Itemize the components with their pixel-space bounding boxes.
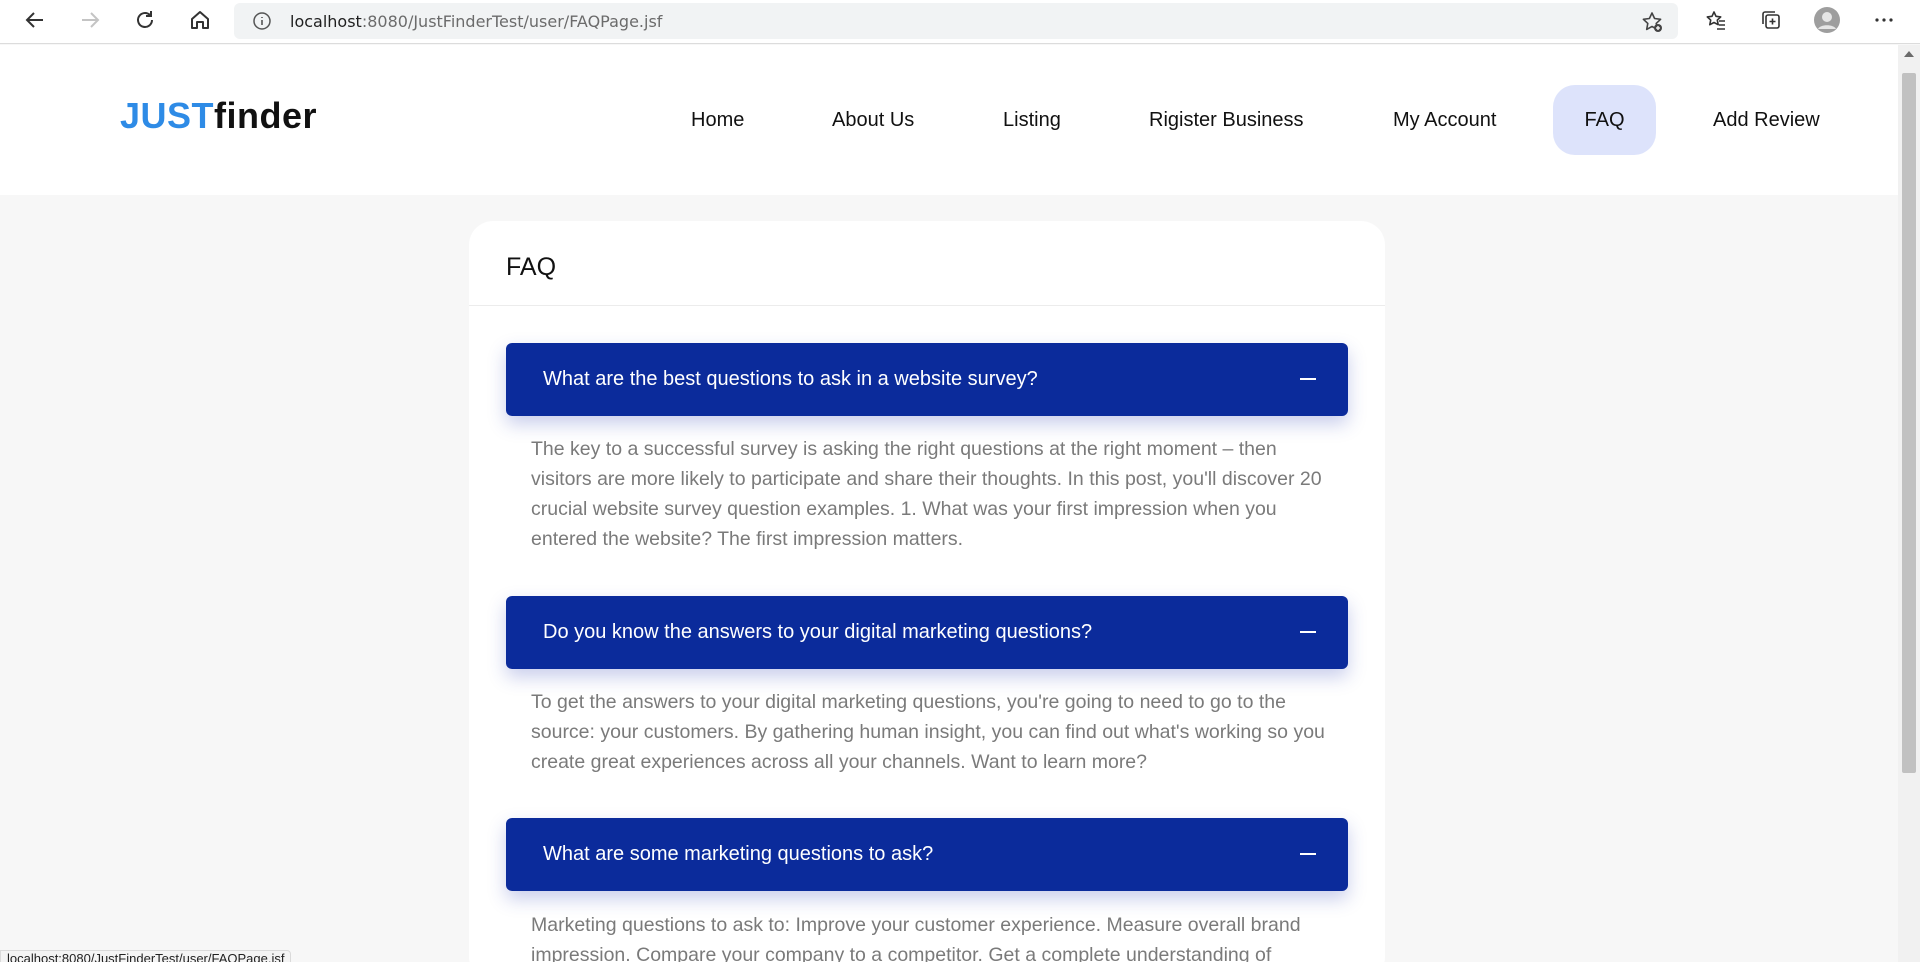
faq-card: FAQ What are the best questions to ask i… xyxy=(469,221,1385,962)
collapse-icon[interactable] xyxy=(1300,378,1316,380)
link-status-tooltip: localhost:8080/JustFinderTest/user/FAQPa… xyxy=(0,950,292,962)
faq-question-text: Do you know the answers to your digital … xyxy=(543,621,1093,643)
justfinder-logo[interactable]: JUSTfinder xyxy=(120,95,317,137)
faq-question-3[interactable]: What are some marketing questions to ask… xyxy=(506,818,1348,891)
faq-question-2[interactable]: Do you know the answers to your digital … xyxy=(506,596,1348,669)
nav-home[interactable]: Home xyxy=(659,85,776,155)
url-text[interactable]: localhost:8080/JustFinderTest/user/FAQPa… xyxy=(290,12,662,31)
page-scrollbar[interactable] xyxy=(1898,45,1920,962)
back-icon[interactable] xyxy=(17,2,53,38)
info-icon[interactable] xyxy=(252,11,272,31)
scroll-up-icon[interactable] xyxy=(1904,51,1914,57)
nav-faq[interactable]: FAQ xyxy=(1553,85,1656,155)
faq-title: FAQ xyxy=(506,253,557,281)
scrollbar-thumb[interactable] xyxy=(1902,73,1916,773)
faq-answer-2: To get the answers to your digital marke… xyxy=(531,691,1325,773)
nav-about-us[interactable]: About Us xyxy=(800,85,946,155)
faq-question-text: What are some marketing questions to ask… xyxy=(543,843,934,865)
nav-listing[interactable]: Listing xyxy=(971,85,1093,155)
collapse-icon[interactable] xyxy=(1300,853,1316,855)
faq-question-text: What are the best questions to ask in a … xyxy=(543,368,1038,390)
profile-avatar-icon[interactable] xyxy=(1809,2,1845,38)
address-bar[interactable]: localhost:8080/JustFinderTest/user/FAQPa… xyxy=(234,3,1678,39)
add-favorite-icon[interactable] xyxy=(1640,10,1664,34)
site-header: JUSTfinder Home About Us Listing Rigiste… xyxy=(0,45,1898,195)
home-icon[interactable] xyxy=(182,2,218,38)
faq-answer-1: The key to a successful survey is asking… xyxy=(531,438,1322,550)
forward-icon[interactable] xyxy=(72,2,108,38)
favorites-icon[interactable] xyxy=(1698,2,1734,38)
nav-register-business[interactable]: Rigister Business xyxy=(1117,85,1336,155)
collapse-icon[interactable] xyxy=(1300,631,1316,633)
faq-question-1[interactable]: What are the best questions to ask in a … xyxy=(506,343,1348,416)
collections-icon[interactable] xyxy=(1753,2,1789,38)
nav-add-review[interactable]: Add Review xyxy=(1681,85,1852,155)
browser-toolbar: localhost:8080/JustFinderTest/user/FAQPa… xyxy=(0,0,1920,44)
nav-my-account[interactable]: My Account xyxy=(1361,85,1528,155)
more-options-icon[interactable] xyxy=(1866,2,1902,38)
reload-icon[interactable] xyxy=(127,2,163,38)
divider xyxy=(469,305,1385,306)
faq-answer-3: Marketing questions to ask to: Improve y… xyxy=(531,914,1301,962)
